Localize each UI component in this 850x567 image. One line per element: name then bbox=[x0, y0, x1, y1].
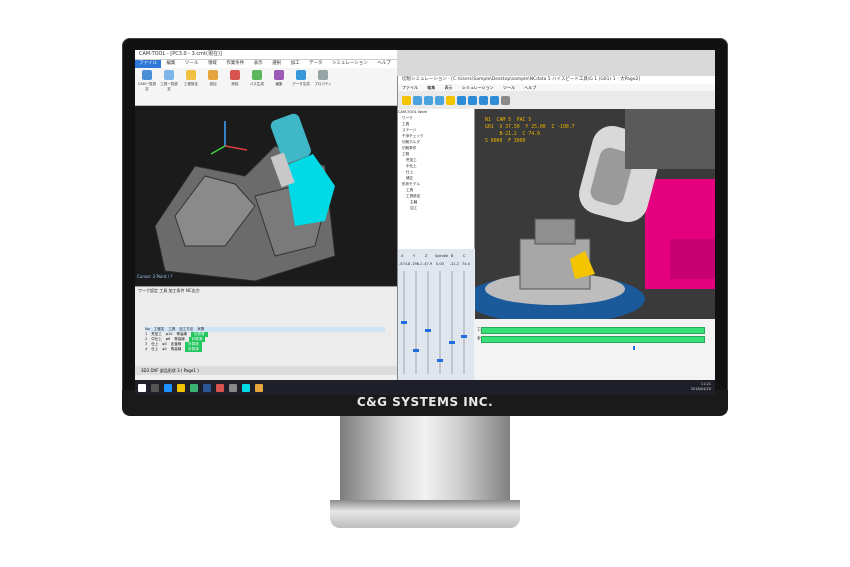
menu-item[interactable]: 表示 bbox=[441, 85, 457, 90]
process-button[interactable]: 工程設定 bbox=[181, 70, 201, 100]
left-menu-bar: ファイル 編集 ツール 領域 作業条件 表示 選択 加工 データ シミュレーショ… bbox=[135, 60, 397, 68]
play-icon[interactable] bbox=[468, 95, 477, 105]
cam-tool-icon[interactable] bbox=[242, 383, 250, 392]
left-app-window: CAM-TOOL - [PC3.0 - 3.cmt(現在)] ファイル 編集 ツ… bbox=[135, 50, 397, 380]
data-icon bbox=[296, 70, 306, 80]
cube-view-icon[interactable] bbox=[413, 95, 422, 105]
property-button[interactable]: プロパティ bbox=[313, 70, 333, 100]
side-view-icon[interactable] bbox=[435, 95, 444, 105]
simulation-icon[interactable] bbox=[255, 383, 263, 392]
fast-forward-icon[interactable] bbox=[479, 95, 488, 105]
axis-position-panel: X Y Z Spindle B C -574.8 -198.1 -47.9 0.… bbox=[398, 249, 474, 380]
rewind-icon[interactable] bbox=[457, 95, 466, 105]
tool-icon bbox=[164, 70, 174, 80]
progress-panel: 工程 全体 bbox=[475, 319, 715, 380]
tool-path-icon[interactable] bbox=[446, 95, 455, 105]
axis-value: 0.00 bbox=[436, 262, 444, 266]
panel-header: ワーク設定 工具 加工条件 NC出力 bbox=[138, 288, 200, 293]
screen: CAM-TOOL - [PC3.0 - 3.cmt(現在)] ファイル 編集 ツ… bbox=[135, 50, 715, 395]
list-icon bbox=[142, 70, 152, 80]
open-icon[interactable] bbox=[402, 95, 411, 105]
menu-item[interactable]: ファイル bbox=[398, 85, 422, 90]
stop-icon[interactable] bbox=[490, 95, 499, 105]
menu-item[interactable]: 編集 bbox=[423, 85, 439, 90]
delete-button[interactable]: 削除 bbox=[225, 70, 245, 100]
model-tree[interactable]: CAM-TOOL Work ワーク 工具 ステージ 干渉チェック 切削ホルダ 切… bbox=[398, 109, 475, 249]
right-app-title: 切削シミュレーション - [C:\Users\Sample\Desktop\sa… bbox=[398, 76, 715, 84]
add-icon bbox=[208, 70, 218, 80]
ribbon-toolbar: CAM一覧設定 工具一覧設定 工程設定 追加 削除 パス生成 編集 データ生成 … bbox=[135, 68, 397, 106]
axis-value: -47.9 bbox=[423, 262, 432, 266]
tree-node[interactable]: 加工 bbox=[398, 205, 474, 211]
menu-item[interactable]: ヘルプ bbox=[520, 85, 540, 90]
zoom-icon[interactable] bbox=[501, 95, 510, 105]
process-table: No 工程名 工具 加工方法 状態 1 荒加工 φ10 等高線 計算済 2 中仕上 φ6 等高線 計算済… bbox=[145, 327, 385, 352]
axis-header: Z bbox=[425, 254, 428, 258]
delete-icon bbox=[230, 70, 240, 80]
menu-item[interactable]: ファイル bbox=[135, 60, 161, 68]
add-button[interactable]: 追加 bbox=[203, 70, 223, 100]
property-icon bbox=[318, 70, 328, 80]
process-icon bbox=[186, 70, 196, 80]
app-icon[interactable] bbox=[229, 383, 237, 392]
progress-slider-handle[interactable] bbox=[633, 346, 635, 350]
axis-value: 74.0 bbox=[462, 262, 470, 266]
axis-sliders: X Y Z Spindle B C -574.8 -198.1 -47.9 0.… bbox=[399, 254, 470, 374]
word-icon[interactable] bbox=[203, 383, 211, 392]
axis-value: -198.1 bbox=[411, 262, 422, 266]
axis-value: -21.2 bbox=[450, 262, 459, 266]
clock: 11:21 2018/04/20 bbox=[690, 382, 711, 391]
folder-icon[interactable] bbox=[177, 383, 185, 392]
cam-3d-viewport[interactable] bbox=[135, 106, 397, 286]
windows-start-icon[interactable] bbox=[138, 383, 146, 392]
menu-item[interactable]: 表示 bbox=[250, 60, 267, 68]
brand-label: C&G SYSTEMS INC. bbox=[356, 395, 494, 409]
axis-header: C bbox=[463, 254, 466, 258]
path-icon bbox=[252, 70, 262, 80]
nc-readout: N1 CAM 5 PAC 5 G01 X 37.50 Y 25.00 Z -10… bbox=[485, 118, 575, 144]
edit-button[interactable]: 編集 bbox=[269, 70, 289, 100]
app-icon[interactable] bbox=[216, 383, 224, 392]
total-progress-bar bbox=[481, 336, 705, 343]
cam-list-button[interactable]: CAM一覧設定 bbox=[137, 70, 157, 100]
data-generate-button[interactable]: データ生成 bbox=[291, 70, 311, 100]
menu-item[interactable]: 領域 bbox=[204, 60, 221, 68]
document-tab[interactable]: 3D3 DXF 部品形状 3 ( Page1 ) bbox=[135, 366, 397, 375]
taskbar: 11:21 2018/04/20 bbox=[135, 380, 715, 395]
menu-item[interactable]: データ bbox=[305, 60, 327, 68]
excel-icon[interactable] bbox=[190, 383, 198, 392]
menu-item[interactable]: ツール bbox=[181, 60, 203, 68]
status-badge: 計算済 bbox=[185, 347, 202, 352]
process-progress-bar bbox=[481, 327, 705, 334]
monitor-stand-base bbox=[330, 500, 520, 528]
menu-item[interactable]: ツール bbox=[499, 85, 519, 90]
front-view-icon[interactable] bbox=[424, 95, 433, 105]
axis-header: X bbox=[401, 254, 404, 258]
menu-item[interactable]: シミュレーション bbox=[328, 60, 372, 68]
search-icon[interactable] bbox=[151, 383, 159, 392]
left-app-title: CAM-TOOL - [PC3.0 - 3.cmt(現在)] bbox=[135, 50, 397, 60]
menu-item[interactable]: 加工 bbox=[287, 60, 304, 68]
simulation-toolbar bbox=[398, 91, 715, 110]
right-app-window: 切削シミュレーション - [C:\Users\Sample\Desktop\sa… bbox=[397, 76, 715, 380]
menu-item[interactable]: ヘルプ bbox=[373, 60, 395, 68]
axis-header: Y bbox=[413, 254, 416, 258]
menu-item[interactable]: 編集 bbox=[162, 60, 179, 68]
simulation-viewport[interactable]: N1 CAM 5 PAC 5 G01 X 37.50 Y 25.00 Z -10… bbox=[475, 109, 715, 319]
table-row[interactable]: 4 仕上 φ2 等高線 計算済 bbox=[145, 347, 385, 352]
path-generate-button[interactable]: パス生成 bbox=[247, 70, 267, 100]
process-panel: ワーク設定 工具 加工条件 NC出力 No 工程名 工具 加工方法 状態 1 荒加工 φ10… bbox=[135, 286, 397, 367]
axis-header: Spindle bbox=[435, 254, 448, 258]
tool-list-button[interactable]: 工具一覧設定 bbox=[159, 70, 179, 100]
axis-value: -574.8 bbox=[399, 262, 410, 266]
axis-header: B bbox=[451, 254, 454, 258]
workpiece-model bbox=[154, 113, 336, 282]
edit-icon bbox=[274, 70, 284, 80]
menu-item[interactable]: シミュレーション bbox=[458, 85, 498, 90]
menu-item[interactable]: 作業条件 bbox=[222, 60, 248, 68]
right-menu-bar: ファイル 編集 表示 シミュレーション ツール ヘルプ bbox=[398, 84, 715, 91]
edge-icon[interactable] bbox=[164, 383, 172, 392]
cursor-label: Cursor: 2 Point / ? bbox=[137, 274, 173, 279]
menu-item[interactable]: 選択 bbox=[268, 60, 285, 68]
